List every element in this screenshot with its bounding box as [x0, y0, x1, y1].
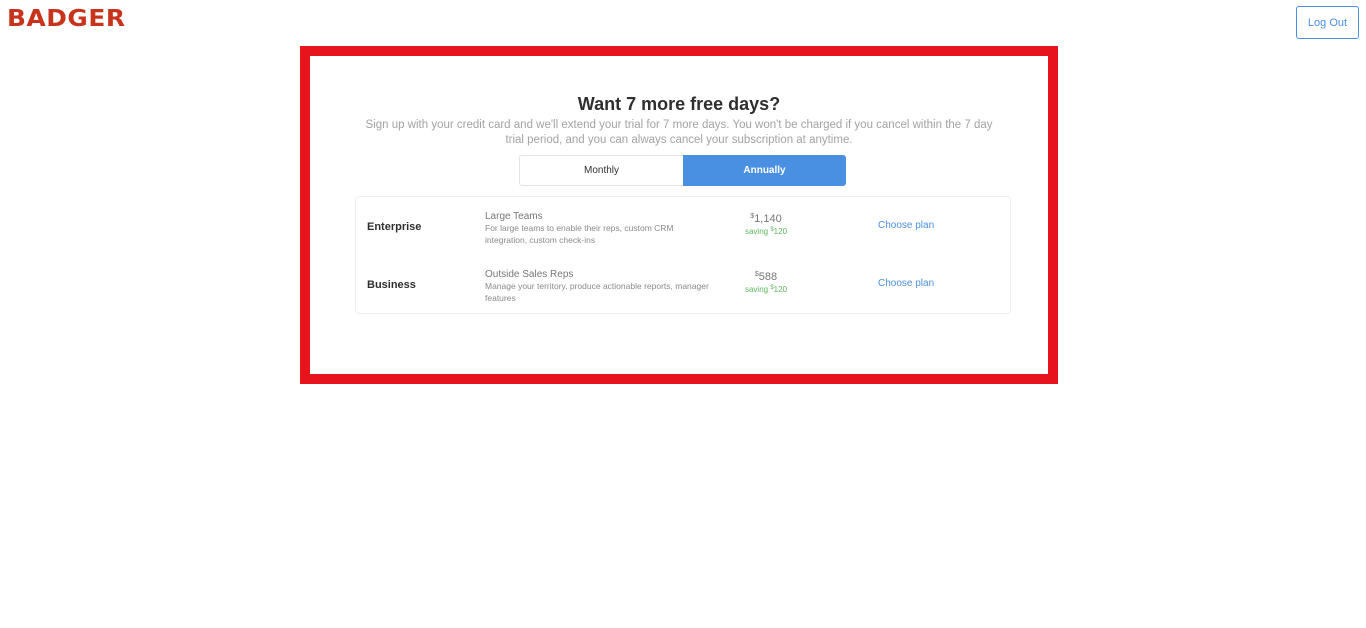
price-value: 588 [758, 271, 778, 283]
plan-description-text: For large teams to enable their reps, cu… [485, 223, 674, 245]
saving-amount: saving $120 [716, 226, 816, 237]
plan-description: Outside Sales Reps Manage your territory… [485, 268, 715, 304]
choose-plan-enterprise-link[interactable]: Choose plan [878, 220, 934, 231]
modal-title: Want 7 more free days? [577, 94, 781, 114]
saving-prefix: saving [744, 227, 769, 236]
saving-prefix: saving [744, 285, 769, 294]
page: BADGER Log Out Want 7 more free days? Si… [0, 0, 1366, 628]
price-amount: $1,140 [716, 212, 816, 226]
plan-description: Large Teams For large teams to enable th… [485, 210, 715, 246]
price-value: 1,140 [754, 213, 782, 225]
plan-description-text: Manage your territory, produce actionabl… [485, 281, 709, 303]
saving-amount: saving $120 [716, 284, 816, 295]
logout-button[interactable]: Log Out [1296, 6, 1359, 39]
plan-name: Business [367, 279, 416, 291]
price-amount: $588 [716, 270, 816, 284]
saving-value: 120 [773, 227, 788, 236]
modal-subtitle: Sign up with your credit card and we'll … [365, 119, 993, 146]
billing-period-toggle: Monthly Annually [519, 155, 846, 186]
toggle-annually[interactable]: Annually [683, 155, 846, 186]
toggle-monthly[interactable]: Monthly [519, 155, 683, 186]
plan-tagline: Large Teams [485, 211, 543, 222]
plan-row-business: Business Outside Sales Reps Manage your … [356, 255, 1010, 313]
plan-tagline: Outside Sales Reps [485, 269, 574, 280]
saving-value: 120 [773, 285, 788, 294]
plan-price: $588 saving $120 [716, 270, 816, 295]
plan-name: Enterprise [367, 221, 422, 233]
plans-list: Enterprise Large Teams For large teams t… [355, 196, 1011, 314]
trial-extension-modal: Want 7 more free days? Sign up with your… [300, 46, 1058, 384]
plan-row-enterprise: Enterprise Large Teams For large teams t… [356, 197, 1010, 255]
badger-logo: BADGER [7, 6, 126, 32]
choose-plan-business-link[interactable]: Choose plan [878, 278, 934, 289]
plan-price: $1,140 saving $120 [716, 212, 816, 237]
